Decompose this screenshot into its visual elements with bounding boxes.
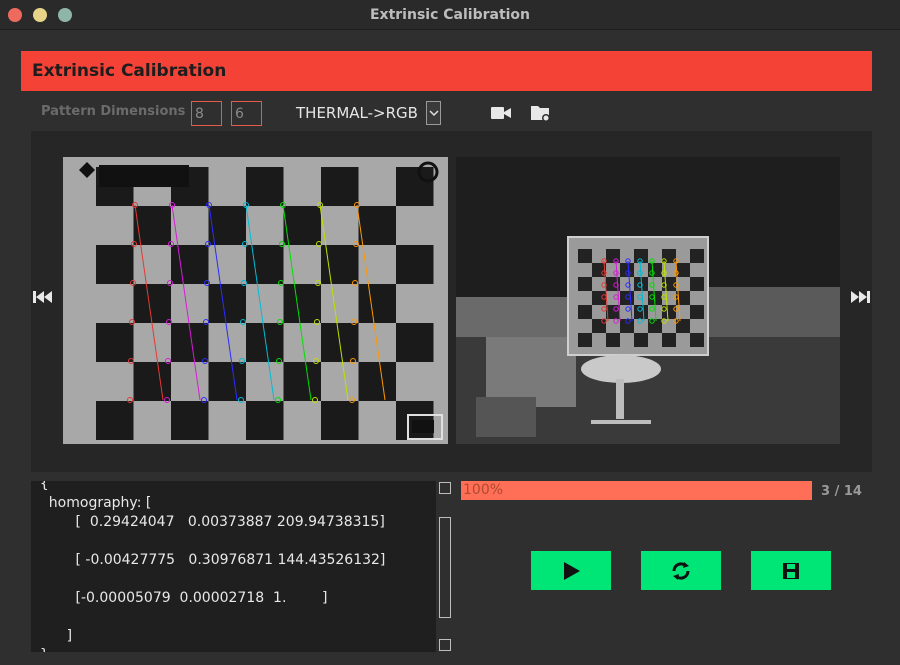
pattern-cols-input[interactable] — [231, 101, 262, 126]
next-frame-button[interactable] — [850, 289, 870, 308]
mode-dropdown-button[interactable] — [426, 101, 441, 125]
scroll-up-button[interactable] — [439, 482, 451, 494]
save-button[interactable] — [751, 551, 831, 590]
play-button[interactable] — [531, 551, 611, 590]
progress-label: 100% — [463, 482, 504, 498]
previous-frame-button[interactable] — [33, 289, 53, 308]
console-output: { homography: [ [ 0.29424047 0.00373887 … — [31, 481, 436, 652]
reset-button[interactable] — [641, 551, 721, 590]
pattern-dimensions-label: Pattern Dimensions — [41, 104, 186, 119]
play-icon — [564, 562, 580, 580]
thermal-checkerboard — [63, 157, 448, 444]
scroll-thumb[interactable] — [439, 517, 451, 618]
folder-icon[interactable] — [530, 103, 552, 127]
calibration-mode-select[interactable]: THERMAL->RGB — [296, 104, 418, 122]
progress-bar: 100% — [461, 481, 812, 500]
scroll-down-button[interactable] — [439, 639, 451, 651]
save-icon — [783, 563, 799, 579]
homography-text: { homography: [ [ 0.29424047 0.00373887 … — [39, 481, 386, 652]
header-bar: Extrinsic Calibration — [21, 51, 872, 91]
frame-counter: 3 / 14 — [821, 484, 862, 499]
progress-fill — [461, 481, 812, 500]
pattern-rows-input[interactable] — [191, 101, 222, 126]
refresh-icon — [672, 562, 690, 580]
title-bar: Extrinsic Calibration — [0, 0, 900, 30]
page-title: Extrinsic Calibration — [32, 61, 227, 81]
thermal-image — [63, 157, 448, 444]
skip-previous-icon — [33, 291, 52, 303]
rgb-scene — [456, 157, 840, 444]
rgb-image — [456, 157, 840, 444]
camera-icon[interactable] — [490, 105, 512, 125]
app-window: Extrinsic Calibration Extrinsic Calibrat… — [0, 0, 900, 665]
window-title: Extrinsic Calibration — [369, 7, 531, 23]
skip-next-icon — [851, 291, 870, 303]
chevron-down-icon — [429, 110, 439, 117]
